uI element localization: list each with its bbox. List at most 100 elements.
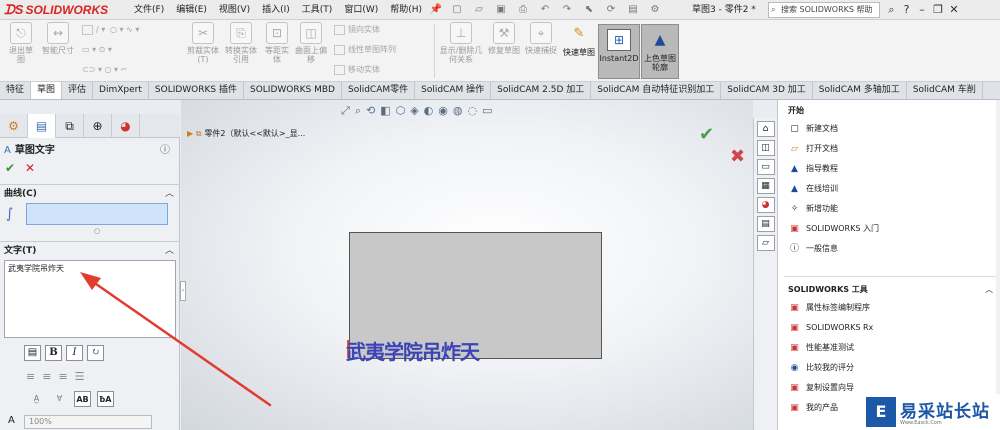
- instant2d-button[interactable]: ⊞ Instant2D: [598, 24, 640, 79]
- rectangle-tool[interactable]: ▭ ▾ ⊙ ▾: [82, 44, 112, 56]
- tab-solidcam-afrm[interactable]: SolidCAM 自动特征识别加工: [591, 82, 722, 99]
- menu-insert[interactable]: 插入(I): [256, 0, 296, 20]
- panel-collapse-handle[interactable]: ›: [180, 281, 186, 301]
- bold-button[interactable]: B: [45, 345, 62, 361]
- restore-icon[interactable]: ❐: [930, 0, 946, 20]
- task-property-tab-builder[interactable]: ▣ 属性标签编制程序: [788, 299, 988, 319]
- dimxpert-manager-tab-icon[interactable]: ⊕: [84, 114, 112, 138]
- flip-vertical-icon[interactable]: A̲: [28, 391, 45, 407]
- justify-icon[interactable]: ☰: [75, 370, 85, 383]
- cut-entities-button[interactable]: ✂ 剪裁实体(T): [186, 22, 220, 64]
- menu-tools[interactable]: 工具(T): [296, 0, 339, 20]
- save-icon[interactable]: ▣: [492, 2, 510, 18]
- display-manager-tab-icon[interactable]: ◕: [112, 114, 140, 138]
- align-center-icon[interactable]: ≡: [42, 370, 51, 383]
- view-palette-icon[interactable]: ▦: [756, 178, 775, 194]
- section-view-icon[interactable]: ◧: [380, 104, 390, 118]
- rebuild-icon[interactable]: ⟳: [602, 2, 620, 18]
- options-icon[interactable]: ⚙: [646, 2, 664, 18]
- configuration-manager-tab-icon[interactable]: ⧉: [56, 114, 84, 138]
- task-getting-started[interactable]: ▣ SOLIDWORKS 入门: [788, 220, 988, 240]
- chevron-up-icon[interactable]: ︿: [165, 242, 174, 260]
- task-tutorials[interactable]: ▲ 指导教程: [788, 160, 988, 180]
- mirror-text-icon[interactable]: ƀA: [97, 391, 114, 407]
- confirm-cancel-icon[interactable]: ✖: [730, 146, 745, 167]
- start-section-header[interactable]: 开始: [778, 103, 1000, 119]
- minimize-icon[interactable]: –: [914, 0, 930, 20]
- text-input[interactable]: 武夷学院吊炸天: [4, 260, 176, 338]
- search-icon[interactable]: ⌕: [884, 0, 899, 20]
- edit-appearance-icon[interactable]: ◍: [453, 104, 463, 118]
- convert-entities-button[interactable]: ⎘ 转换实体引用: [222, 22, 260, 64]
- view-orientation-icon[interactable]: ◈: [410, 104, 418, 118]
- display-delete-relations-button[interactable]: ⊥ 显示/删除几何关系: [438, 22, 484, 64]
- file-properties-icon[interactable]: ▤: [624, 2, 642, 18]
- rotate-button[interactable]: ↻: [87, 345, 104, 361]
- menu-file[interactable]: 文件(F): [128, 0, 170, 20]
- tab-solidcam-turning[interactable]: SolidCAM 车削: [907, 82, 983, 99]
- move-entities-button[interactable]: 移动实体: [334, 64, 380, 76]
- task-new-document[interactable]: ▢ 新建文档: [788, 120, 988, 140]
- tab-solidcam-operations[interactable]: SolidCAM 操作: [415, 82, 492, 99]
- hide-show-items-icon[interactable]: ◉: [438, 104, 448, 118]
- property-manager-tab-icon[interactable]: ▤: [28, 114, 56, 138]
- tab-solidcam-multiaxis[interactable]: SolidCAM 多轴加工: [813, 82, 907, 99]
- chevron-up-icon[interactable]: ︿: [985, 282, 993, 298]
- task-whats-new[interactable]: ✧ 新增功能: [788, 200, 988, 220]
- line-tool[interactable]: ∕ ▾: [82, 24, 105, 36]
- custom-properties-icon[interactable]: ▤: [756, 216, 775, 232]
- pin-icon[interactable]: 📌: [428, 0, 444, 20]
- task-compare-score[interactable]: ◉ 比较我的评分: [788, 359, 988, 379]
- repair-sketch-button[interactable]: ⚒ 修复草图: [486, 22, 522, 55]
- align-left-icon[interactable]: ≡: [26, 370, 35, 383]
- tab-solidworks-addins[interactable]: SOLIDWORKS 插件: [149, 82, 244, 99]
- view-settings-icon[interactable]: ▭: [482, 104, 492, 118]
- tab-sketch[interactable]: 草图: [31, 82, 63, 99]
- italic-button[interactable]: I: [66, 345, 83, 361]
- curves-section-header[interactable]: 曲线(C) ︿: [0, 184, 180, 202]
- task-open-document[interactable]: ▱ 打开文档: [788, 140, 988, 160]
- quick-snaps-button[interactable]: ⌖ 快速捕捉: [524, 22, 558, 55]
- linear-pattern-button[interactable]: 线性草图阵列: [334, 44, 396, 56]
- task-solidworks-rx[interactable]: ▣ SOLIDWORKS Rx: [788, 319, 988, 339]
- new-icon[interactable]: ▢: [448, 2, 466, 18]
- mirror-entities-button[interactable]: 镜向实体: [334, 24, 380, 36]
- task-general-info[interactable]: ⓘ 一般信息: [788, 240, 988, 260]
- menu-help[interactable]: 帮助(H): [384, 0, 428, 20]
- help-search-input[interactable]: ⌕ 搜索 SOLIDWORKS 帮助: [768, 2, 880, 18]
- close-icon[interactable]: ✕: [946, 0, 962, 20]
- zoom-area-icon[interactable]: ⌕: [355, 104, 361, 118]
- resize-handle-icon[interactable]: ○: [94, 227, 100, 235]
- offset-on-surface-button[interactable]: ◫ 曲面上偏移: [294, 22, 328, 64]
- graphics-area[interactable]: ⤢ ⌕ ⟲ ◧ ⬡ ◈ ◐ ◉ ◍ ◌ ▭ ▶ ⧉ 零件2（默认<<默认>_显..…: [181, 100, 753, 430]
- feature-manager-tab-icon[interactable]: ⚙: [0, 114, 28, 138]
- offset-entities-button[interactable]: ⊡ 等距实体: [262, 22, 292, 64]
- tab-solidcam-3d[interactable]: SolidCAM 3D 加工: [721, 82, 813, 99]
- tools-section-header[interactable]: SOLIDWORKS 工具 ︿: [778, 282, 1000, 298]
- appearances-icon[interactable]: ◕: [756, 197, 775, 213]
- tab-solidworks-mbd[interactable]: SOLIDWORKS MBD: [244, 82, 342, 99]
- smart-dimension-button[interactable]: ↔ 智能尺寸: [40, 22, 76, 55]
- dynamic-annotation-icon[interactable]: ⬡: [396, 104, 406, 118]
- task-pane-scrollbar[interactable]: [996, 100, 1000, 430]
- menu-window[interactable]: 窗口(W): [338, 0, 384, 20]
- width-factor-input[interactable]: 100%: [24, 415, 152, 429]
- help-icon[interactable]: ⓘ: [160, 142, 170, 160]
- design-library-icon[interactable]: ◫: [756, 140, 775, 156]
- slot-tool[interactable]: ⊂⊃ ▾ ○ ▾ ⌐: [82, 64, 127, 76]
- redo-icon[interactable]: ↷: [558, 2, 576, 18]
- file-explorer-icon[interactable]: ▭: [756, 159, 775, 175]
- tab-features[interactable]: 特征: [0, 82, 32, 99]
- menu-edit[interactable]: 编辑(E): [170, 0, 213, 20]
- chevron-up-icon[interactable]: ︿: [165, 185, 174, 203]
- tab-solidcam-25d[interactable]: SolidCAM 2.5D 加工: [491, 82, 592, 99]
- tab-evaluate[interactable]: 评估: [62, 82, 94, 99]
- rapid-sketch-button[interactable]: ✎ 快速草图: [562, 22, 596, 57]
- exit-sketch-button[interactable]: ⎋ 退出草图: [6, 22, 36, 64]
- cancel-button[interactable]: ✕: [25, 161, 35, 175]
- text-section-header[interactable]: 文字(T) ︿: [0, 241, 180, 259]
- help-icon[interactable]: ?: [899, 0, 914, 20]
- font-color-icon[interactable]: ▤: [24, 345, 41, 361]
- tab-dimxpert[interactable]: DimXpert: [93, 82, 149, 99]
- flip-horizontal-icon[interactable]: AB: [74, 391, 91, 407]
